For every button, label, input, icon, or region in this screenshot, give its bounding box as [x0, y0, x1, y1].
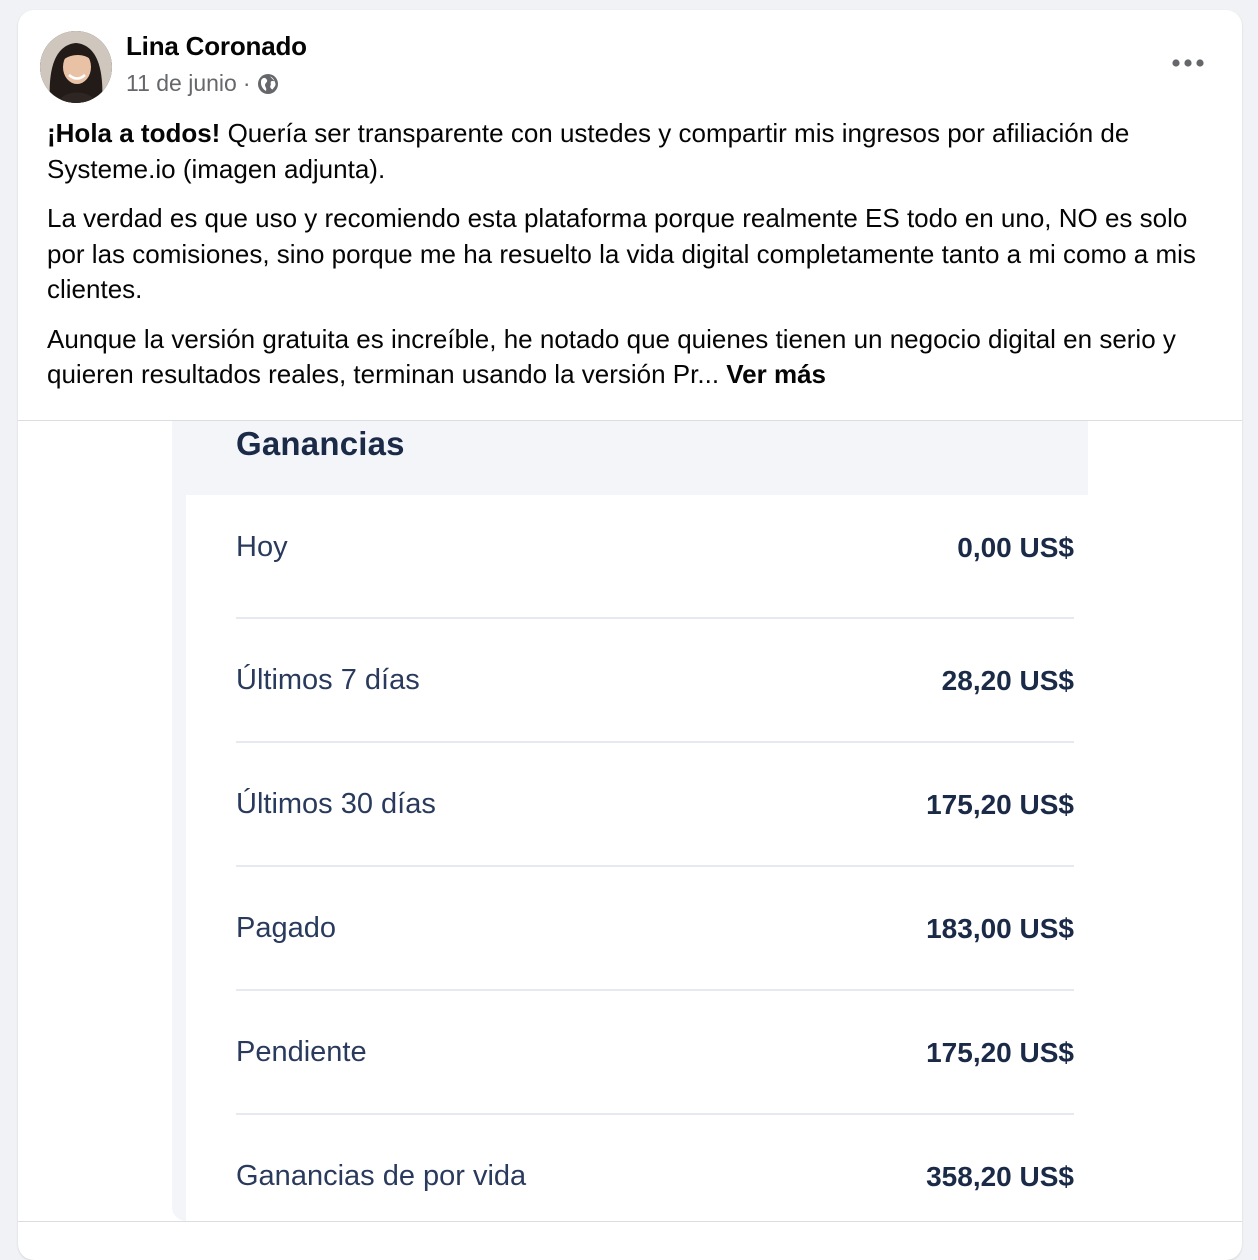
avatar-image [40, 31, 112, 103]
earnings-row-value: 175,20 US$ [926, 1037, 1074, 1068]
earnings-row-label: Últimos 30 días [236, 788, 436, 820]
post-paragraph-3: Aunque la versión gratuita es increíble,… [47, 322, 1217, 393]
earnings-row-value: 183,00 US$ [926, 913, 1074, 944]
earnings-header: Ganancias [186, 421, 1088, 495]
post-paragraph-1: ¡Hola a todos! Quería ser transparente c… [47, 116, 1217, 187]
earnings-row: Pendiente 175,20 US$ [236, 991, 1074, 1115]
author-avatar[interactable] [40, 31, 112, 103]
earnings-row-value: 0,00 US$ [957, 532, 1074, 563]
earnings-panel: Ganancias Hoy 0,00 US$ Últimos 7 días 28… [172, 421, 1088, 1221]
post-attachment-image[interactable]: Ganancias Hoy 0,00 US$ Últimos 7 días 28… [18, 421, 1242, 1221]
post-greeting: ¡Hola a todos! [47, 118, 221, 148]
post-date[interactable]: 11 de junio [126, 70, 237, 97]
meta-separator: · [242, 70, 251, 96]
more-options-button[interactable] [1168, 46, 1208, 80]
earnings-row-value: 175,20 US$ [926, 789, 1074, 820]
post-paragraph-3-text: Aunque la versión gratuita es increíble,… [47, 323, 1176, 390]
earnings-row: Pagado 183,00 US$ [236, 867, 1074, 991]
author-name[interactable]: Lina Coronado [126, 31, 307, 62]
earnings-row: Hoy 0,00 US$ [236, 495, 1074, 619]
earnings-row-label: Ganancias de por vida [236, 1160, 527, 1192]
earnings-row: Ganancias de por vida 358,20 US$ [236, 1115, 1074, 1221]
post-meta: 11 de junio · [126, 70, 279, 97]
attachment-bottom-divider [18, 1221, 1242, 1222]
earnings-title: Ganancias [236, 425, 405, 462]
earnings-row-label: Últimos 7 días [236, 664, 420, 696]
globe-icon[interactable] [257, 73, 279, 95]
earnings-row-value: 28,20 US$ [941, 665, 1074, 696]
see-more-link[interactable]: Ver más [726, 359, 826, 389]
more-options-icon [1172, 59, 1204, 67]
earnings-row: Últimos 7 días 28,20 US$ [236, 619, 1074, 743]
earnings-row-label: Pagado [236, 912, 336, 944]
earnings-row-value: 358,20 US$ [926, 1161, 1074, 1192]
earnings-row-label: Hoy [236, 531, 288, 563]
earnings-row-label: Pendiente [236, 1036, 367, 1068]
post-text: ¡Hola a todos! Quería ser transparente c… [47, 116, 1217, 407]
earnings-row: Últimos 30 días 175,20 US$ [236, 743, 1074, 867]
post-paragraph-2: La verdad es que uso y recomiendo esta p… [47, 203, 1196, 304]
post-card: Lina Coronado 11 de junio · ¡Hola a todo… [18, 10, 1242, 1260]
